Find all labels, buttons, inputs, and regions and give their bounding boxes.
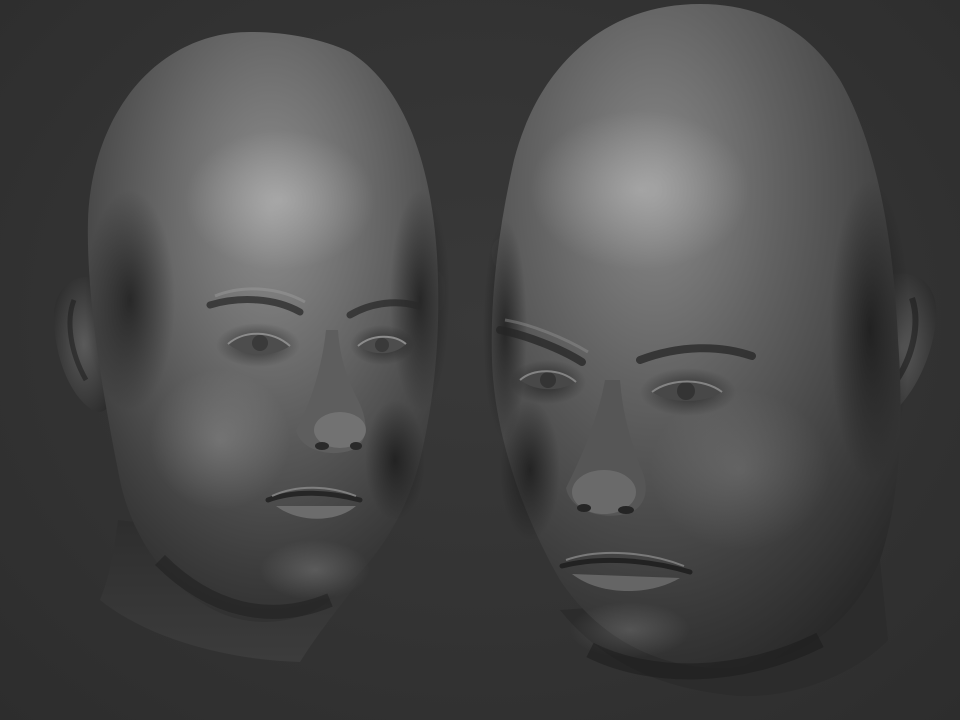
- head-sculpt-right[interactable]: [483, 4, 937, 697]
- viewport[interactable]: [0, 0, 960, 720]
- sculpt-canvas: [53, 4, 937, 697]
- head-sculpt-left[interactable]: [53, 32, 450, 662]
